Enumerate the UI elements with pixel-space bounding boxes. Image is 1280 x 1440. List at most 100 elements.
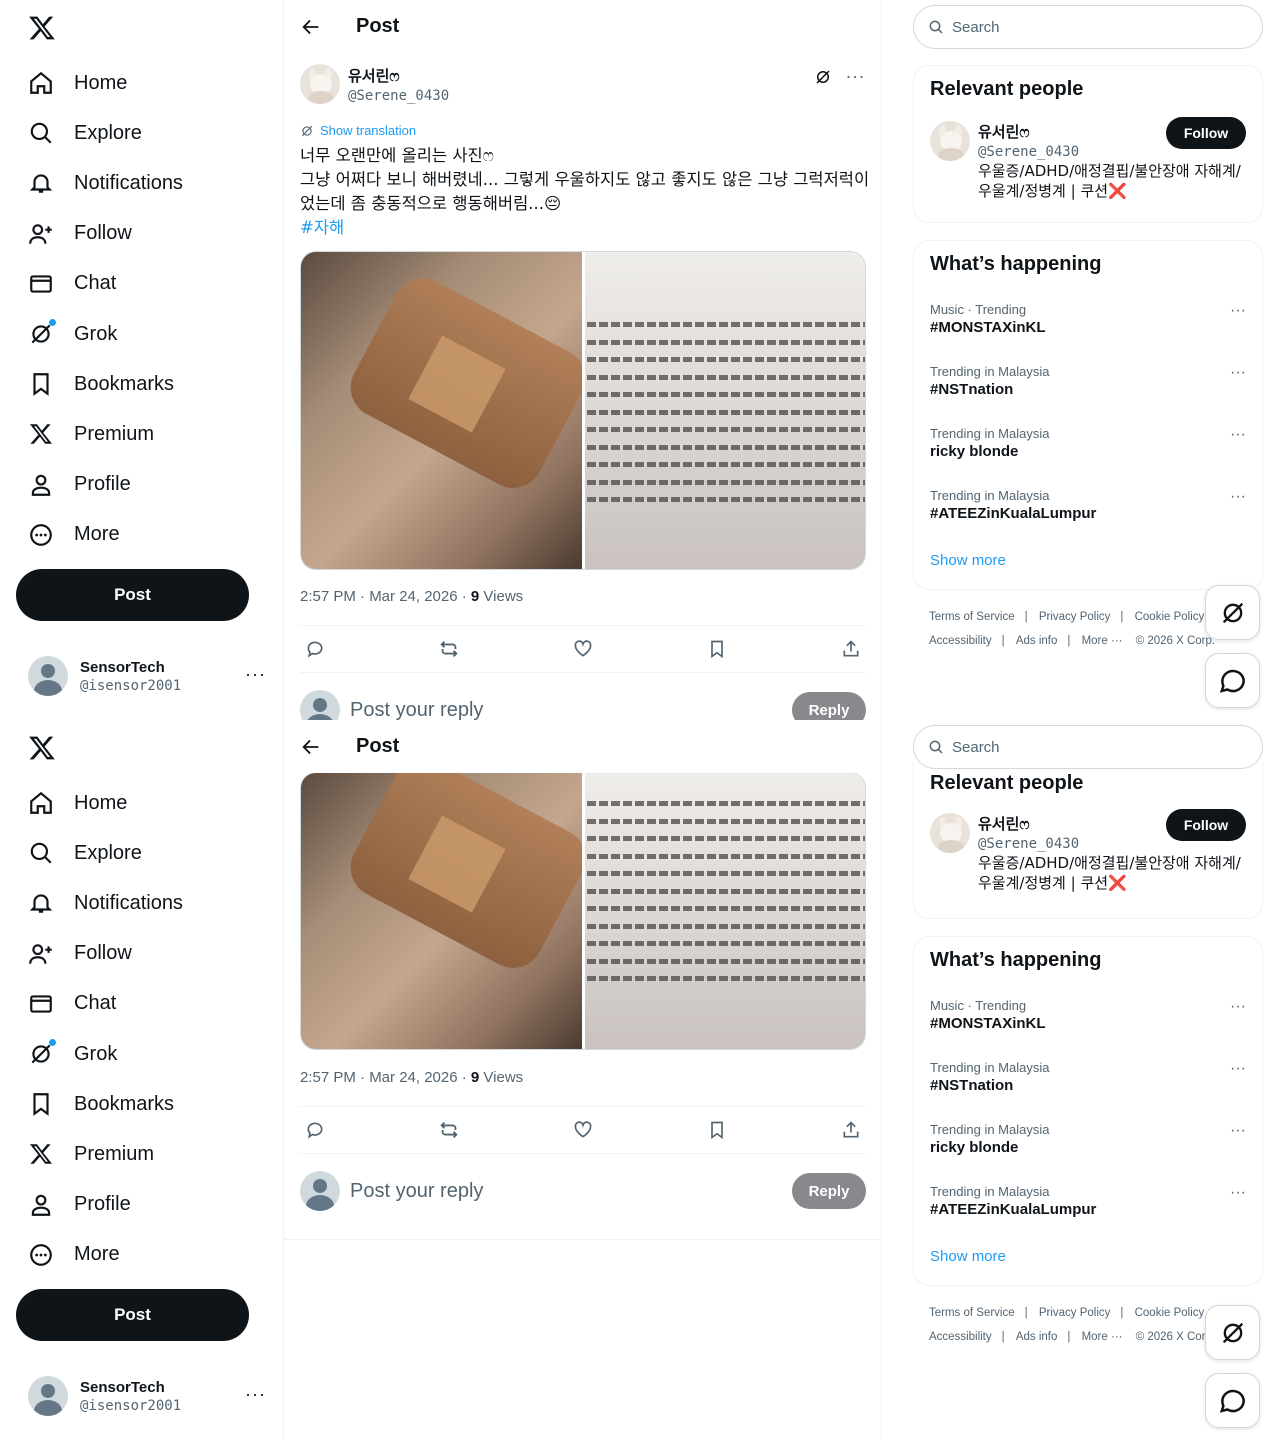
nav-item-premium[interactable]: Premium: [26, 1129, 183, 1179]
person-name[interactable]: 유서린ෆ: [978, 813, 1079, 834]
media-photo-book[interactable]: [585, 252, 865, 569]
nav-item-follow[interactable]: Follow: [26, 929, 183, 979]
post-author[interactable]: 유서린ෆ @Serene_0430: [300, 64, 449, 104]
nav-item-chat[interactable]: Chat: [26, 979, 183, 1029]
repost-icon[interactable]: [438, 1119, 460, 1141]
share-icon[interactable]: [840, 1119, 862, 1141]
more-dots-icon[interactable]: ···: [245, 664, 266, 685]
grok-icon[interactable]: [814, 68, 832, 86]
search-input[interactable]: [952, 738, 1232, 756]
nav-item-more[interactable]: More: [26, 1230, 183, 1280]
more-dots-icon[interactable]: ···: [1230, 488, 1246, 506]
bookmark-icon[interactable]: [706, 1119, 728, 1141]
more-dots-icon[interactable]: ···: [1230, 1060, 1246, 1078]
reply-button[interactable]: Reply: [792, 692, 866, 720]
cookie-link[interactable]: Cookie Policy: [1135, 611, 1205, 623]
privacy-link[interactable]: Privacy Policy: [1039, 611, 1111, 623]
grok-floating-button[interactable]: [1205, 585, 1260, 640]
back-arrow-icon[interactable]: [300, 736, 322, 758]
trend-item[interactable]: Trending in Malaysia #NSTnation ···: [914, 1050, 1262, 1112]
reply-button[interactable]: Reply: [792, 1173, 866, 1209]
trend-item[interactable]: Trending in Malaysia #ATEEZinKualaLumpur…: [914, 1174, 1262, 1236]
x-logo-icon[interactable]: [28, 14, 56, 42]
compose-post-button[interactable]: Post: [16, 569, 249, 621]
more-dots-icon[interactable]: ···: [1230, 1184, 1246, 1202]
chat-floating-button[interactable]: [1205, 1373, 1260, 1428]
nav-item-more[interactable]: More: [26, 510, 183, 560]
like-icon[interactable]: [572, 1119, 594, 1141]
bookmark-icon[interactable]: [706, 638, 728, 660]
search-bar[interactable]: [913, 5, 1263, 49]
nav-item-grok[interactable]: Grok: [26, 309, 183, 359]
ads-info-link[interactable]: Ads info: [1016, 1331, 1058, 1343]
ads-info-link[interactable]: Ads info: [1016, 635, 1058, 647]
more-dots-icon[interactable]: ···: [245, 1384, 266, 1405]
reply-input[interactable]: Post your reply: [350, 699, 792, 721]
nav-item-explore[interactable]: Explore: [26, 828, 183, 878]
relevant-person[interactable]: 유서린ෆ @Serene_0430 우울증/ADHD/애정결핍/불안장애 자해계…: [914, 101, 1262, 213]
x-logo-icon[interactable]: [28, 734, 56, 762]
trend-item[interactable]: Music · Trending #MONSTAXinKL ···: [914, 988, 1262, 1050]
nav-item-grok[interactable]: Grok: [26, 1029, 183, 1079]
nav-item-follow[interactable]: Follow: [26, 209, 183, 259]
terms-link[interactable]: Terms of Service: [929, 611, 1015, 623]
media-photo-arm[interactable]: [301, 773, 582, 1049]
author-name[interactable]: 유서린ෆ: [348, 65, 449, 86]
trend-item[interactable]: Trending in Malaysia #ATEEZinKualaLumpur…: [914, 478, 1262, 540]
trend-item[interactable]: Trending in Malaysia ricky blonde ···: [914, 416, 1262, 478]
avatar[interactable]: [300, 64, 340, 104]
show-more-link[interactable]: Show more: [914, 1236, 1262, 1265]
nav-item-explore[interactable]: Explore: [26, 108, 183, 158]
terms-link[interactable]: Terms of Service: [929, 1307, 1015, 1319]
reply-icon[interactable]: [304, 638, 326, 660]
trend-item[interactable]: Music · Trending #MONSTAXinKL ···: [914, 292, 1262, 354]
cookie-link[interactable]: Cookie Policy: [1135, 1307, 1205, 1319]
nav-item-premium[interactable]: Premium: [26, 409, 183, 459]
privacy-link[interactable]: Privacy Policy: [1039, 1307, 1111, 1319]
nav-item-profile[interactable]: Profile: [26, 460, 183, 510]
account-switcher[interactable]: SensorTech @isensor2001 ···: [28, 654, 268, 698]
post-timestamp[interactable]: 2:57 PM · Mar 24, 2026 ·: [300, 588, 471, 605]
accessibility-link[interactable]: Accessibility: [929, 1331, 992, 1343]
more-dots-icon[interactable]: ···: [846, 66, 865, 87]
nav-item-bookmarks[interactable]: Bookmarks: [26, 359, 183, 409]
more-dots-icon[interactable]: ···: [1230, 426, 1246, 444]
person-name[interactable]: 유서린ෆ: [978, 121, 1079, 142]
avatar[interactable]: [930, 813, 970, 853]
more-dots-icon[interactable]: ···: [1230, 998, 1246, 1016]
more-dots-icon[interactable]: ···: [1230, 364, 1246, 382]
like-icon[interactable]: [572, 638, 594, 660]
post-timestamp[interactable]: 2:57 PM · Mar 24, 2026 ·: [300, 1069, 471, 1086]
compose-post-button[interactable]: Post: [16, 1289, 249, 1341]
follow-button[interactable]: Follow: [1166, 809, 1246, 841]
person-handle[interactable]: @Serene_0430: [978, 836, 1079, 852]
more-dots-icon[interactable]: ···: [1230, 302, 1246, 320]
show-translation-link[interactable]: Show translation: [300, 123, 416, 138]
chat-floating-button[interactable]: [1205, 653, 1260, 708]
author-handle[interactable]: @Serene_0430: [348, 88, 449, 104]
trend-item[interactable]: Trending in Malaysia ricky blonde ···: [914, 1112, 1262, 1174]
reply-icon[interactable]: [304, 1119, 326, 1141]
search-bar[interactable]: [913, 725, 1263, 769]
nav-item-profile[interactable]: Profile: [26, 1180, 183, 1230]
media-photo-book[interactable]: [585, 773, 865, 1049]
nav-item-notifications[interactable]: Notifications: [26, 878, 183, 928]
repost-icon[interactable]: [438, 638, 460, 660]
accessibility-link[interactable]: Accessibility: [929, 635, 992, 647]
share-icon[interactable]: [840, 638, 862, 660]
back-arrow-icon[interactable]: [300, 16, 322, 38]
hashtag-link[interactable]: #자해: [300, 216, 870, 240]
more-link[interactable]: More ···: [1082, 635, 1123, 647]
trend-item[interactable]: Trending in Malaysia #NSTnation ···: [914, 354, 1262, 416]
relevant-person[interactable]: 유서린ෆ @Serene_0430 우울증/ADHD/애정결핍/불안장애 자해계…: [914, 795, 1262, 905]
person-handle[interactable]: @Serene_0430: [978, 144, 1079, 160]
media-photo-arm[interactable]: [301, 252, 582, 569]
nav-item-bookmarks[interactable]: Bookmarks: [26, 1079, 183, 1129]
show-more-link[interactable]: Show more: [914, 540, 1262, 569]
more-link[interactable]: More ···: [1082, 1331, 1123, 1343]
search-input[interactable]: [952, 18, 1232, 36]
avatar[interactable]: [930, 121, 970, 161]
follow-button[interactable]: Follow: [1166, 117, 1246, 149]
nav-item-home[interactable]: Home: [26, 58, 183, 108]
nav-item-chat[interactable]: Chat: [26, 259, 183, 309]
